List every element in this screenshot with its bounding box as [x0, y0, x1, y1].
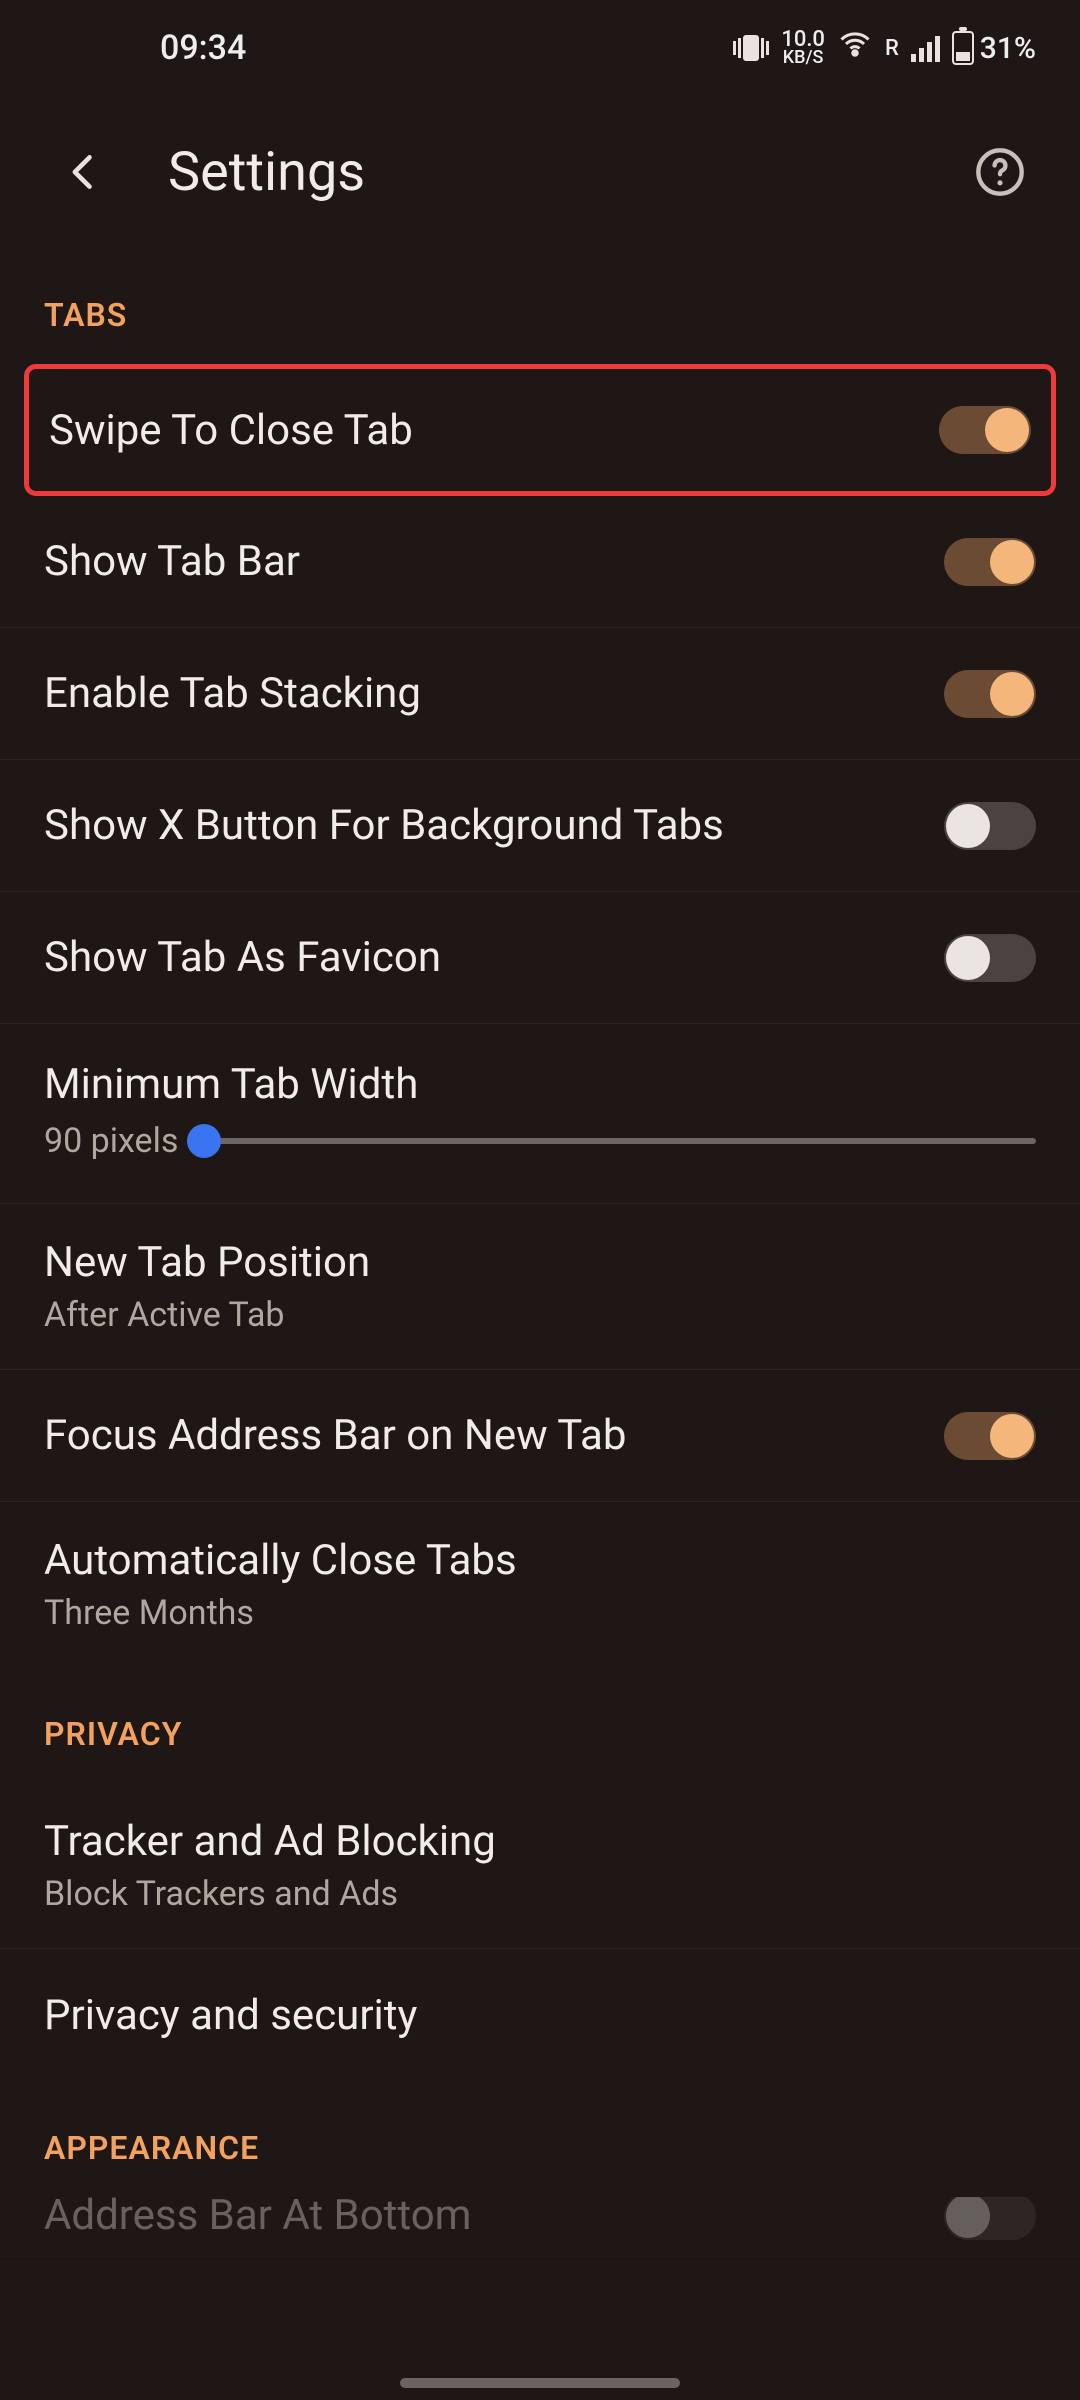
toggle-swipe-to-close[interactable]	[939, 406, 1031, 454]
section-header-privacy: PRIVACY	[0, 1667, 1080, 1783]
setting-privacy-security[interactable]: Privacy and security	[0, 1949, 1080, 2081]
setting-label: Tracker and Ad Blocking	[44, 1817, 1036, 1866]
chevron-left-icon	[62, 150, 106, 194]
setting-value: Three Months	[44, 1593, 1036, 1633]
setting-tab-as-favicon[interactable]: Show Tab As Favicon	[0, 892, 1080, 1024]
setting-min-tab-width[interactable]: Minimum Tab Width 90 pixels	[0, 1024, 1080, 1204]
wifi-icon	[837, 26, 873, 70]
back-button[interactable]	[44, 132, 124, 212]
setting-label: Swipe To Close Tab	[49, 406, 939, 455]
home-indicator[interactable]	[400, 2378, 680, 2388]
help-icon	[974, 146, 1026, 198]
setting-label: Automatically Close Tabs	[44, 1536, 1036, 1585]
setting-label: New Tab Position	[44, 1238, 1036, 1287]
toggle-tab-stacking[interactable]	[944, 670, 1036, 718]
slider-value: 90 pixels	[44, 1121, 178, 1161]
toggle-x-button-bg-tabs[interactable]	[944, 802, 1036, 850]
setting-label: Minimum Tab Width	[44, 1060, 1036, 1109]
setting-label: Show X Button For Background Tabs	[44, 801, 944, 850]
setting-swipe-to-close[interactable]: Swipe To Close Tab	[24, 364, 1056, 496]
setting-new-tab-position[interactable]: New Tab Position After Active Tab	[0, 1204, 1080, 1370]
battery-icon	[952, 31, 974, 65]
setting-focus-address-bar[interactable]: Focus Address Bar on New Tab	[0, 1370, 1080, 1502]
setting-auto-close-tabs[interactable]: Automatically Close Tabs Three Months	[0, 1502, 1080, 1667]
app-bar: Settings	[0, 96, 1080, 248]
roaming-label: R	[885, 36, 899, 61]
battery-percent: 31%	[980, 31, 1036, 66]
setting-address-bar-bottom[interactable]: Address Bar At Bottom	[0, 2197, 1080, 2257]
setting-x-button-bg-tabs[interactable]: Show X Button For Background Tabs	[0, 760, 1080, 892]
setting-label: Show Tab Bar	[44, 537, 944, 586]
slider-thumb[interactable]	[187, 1124, 221, 1158]
toggle-focus-address-bar[interactable]	[944, 1412, 1036, 1460]
setting-label: Privacy and security	[44, 1991, 1036, 2040]
page-title: Settings	[168, 141, 964, 204]
slider-min-tab-width[interactable]	[204, 1138, 1036, 1144]
network-speed-icon: 10.0 KB/S	[781, 30, 825, 66]
settings-list[interactable]: TABS Swipe To Close Tab Show Tab Bar Ena…	[0, 248, 1080, 2400]
battery-indicator: 31%	[952, 31, 1036, 66]
setting-value: Block Trackers and Ads	[44, 1874, 1036, 1914]
setting-tab-stacking[interactable]: Enable Tab Stacking	[0, 628, 1080, 760]
vibrate-icon	[733, 35, 769, 61]
help-button[interactable]	[964, 136, 1036, 208]
setting-value: After Active Tab	[44, 1295, 1036, 1335]
signal-icon	[911, 34, 940, 62]
status-time: 09:34	[44, 28, 246, 68]
toggle-show-tab-bar[interactable]	[944, 538, 1036, 586]
setting-label: Address Bar At Bottom	[44, 2197, 944, 2240]
setting-label: Show Tab As Favicon	[44, 933, 944, 982]
setting-label: Focus Address Bar on New Tab	[44, 1411, 944, 1460]
status-bar: 09:34 10.0 KB/S R 31%	[0, 0, 1080, 96]
section-header-appearance: APPEARANCE	[0, 2081, 1080, 2197]
status-indicators: 10.0 KB/S R 31%	[733, 26, 1036, 70]
toggle-tab-as-favicon[interactable]	[944, 934, 1036, 982]
toggle-address-bar-bottom[interactable]	[944, 2197, 1036, 2240]
setting-tracker-blocking[interactable]: Tracker and Ad Blocking Block Trackers a…	[0, 1783, 1080, 1949]
section-header-tabs: TABS	[0, 248, 1080, 364]
setting-label: Enable Tab Stacking	[44, 669, 944, 718]
setting-show-tab-bar[interactable]: Show Tab Bar	[0, 496, 1080, 628]
